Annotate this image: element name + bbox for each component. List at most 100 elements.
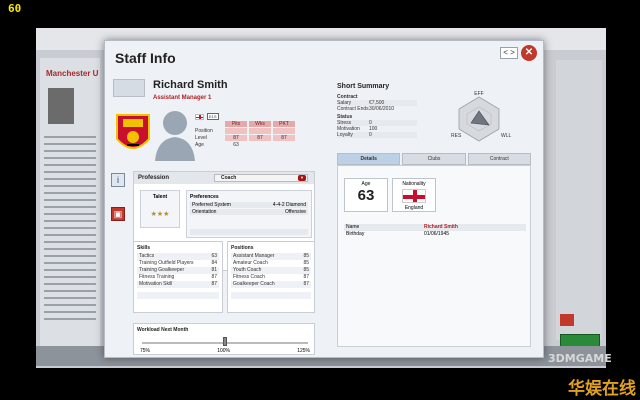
close-button[interactable]: ✕: [521, 45, 537, 61]
profession-title: Profession: [138, 175, 170, 181]
attr-value: 87: [249, 134, 271, 141]
background-red-button: [560, 314, 574, 326]
skill-value: 87: [211, 274, 217, 280]
skill-value: 63: [211, 253, 217, 259]
background-list: [44, 136, 96, 325]
position-label: Youth Coach: [233, 267, 262, 273]
position-value: 85: [303, 267, 309, 273]
attr-header: PKT: [273, 120, 295, 127]
attr-label: Age: [195, 141, 204, 148]
fps-counter: 60: [8, 2, 22, 15]
preferences-title: Preferences: [190, 194, 219, 200]
skill-label: Training Goalkeeper: [139, 267, 185, 273]
age-value: 63: [357, 187, 375, 204]
position-row: Fitness Coach 87: [231, 274, 311, 281]
radar-label: RES: [451, 133, 462, 139]
background-club-title: Manchester U: [46, 69, 99, 78]
workload-panel: Workload Next Month 75% 100% 125%: [133, 323, 315, 355]
skill-value: 87: [211, 281, 217, 287]
radar-label: WLL: [501, 133, 512, 139]
nationality-box: Nationality England: [392, 178, 436, 212]
tab-contract[interactable]: Contract: [467, 153, 531, 165]
nationality-value: England: [404, 205, 424, 211]
tab-details[interactable]: Details: [337, 153, 401, 165]
workload-max-label: 125%: [297, 348, 310, 354]
skills-title: Skills: [137, 245, 151, 251]
radar-chart-icon: EFF RES WLL: [451, 91, 512, 142]
position-row: Amateur Coach 85: [231, 260, 311, 267]
position-label: Assistant Manager: [233, 253, 275, 259]
preference-row: Orientation Offensive: [190, 209, 308, 215]
position-value: 87: [303, 281, 309, 287]
contract-value: 30/06/2010: [369, 106, 395, 112]
workload-title: Workload Next Month: [137, 327, 189, 333]
position-row: Youth Coach 85: [231, 267, 311, 274]
preference-label: Preferred System: [192, 202, 231, 208]
position-label: Amateur Coach: [233, 260, 268, 266]
skill-label: Fitness Training: [139, 274, 175, 280]
talent-stars-icon: ★★★: [150, 211, 170, 218]
tab-clubs[interactable]: Clubs: [402, 153, 466, 165]
attr-header: Pits: [225, 120, 247, 127]
skill-row: Training Outfield Players 84: [137, 260, 219, 267]
status-label: Loyalty: [337, 132, 353, 138]
preference-empty-row: [190, 229, 308, 235]
staff-info-dialog: Staff Info < > ✕ Richard Smith Assistant…: [104, 40, 544, 358]
skill-value: 81: [211, 267, 217, 273]
workload-min-label: 75%: [140, 348, 151, 354]
detail-value: 01/06/1945: [424, 231, 450, 237]
attr-value: 87: [273, 134, 295, 141]
position-label: Goalkeeper Coach: [233, 281, 275, 287]
skill-row: Training Goalkeeper 81: [137, 267, 219, 274]
attr-value: 63: [233, 141, 239, 148]
prev-next-button[interactable]: < >: [500, 47, 518, 59]
workload-slider-handle[interactable]: [223, 337, 227, 346]
england-flag-icon: [402, 189, 426, 203]
attr-value: [273, 127, 295, 134]
skill-row: Motivation Skill 87: [137, 281, 219, 288]
talent-label: Talent: [152, 194, 168, 200]
contract-label: Contract Ends: [337, 106, 369, 112]
dialog-title: Staff Info: [115, 50, 176, 66]
radar-label: EFF: [474, 91, 483, 97]
skill-label: Tactics: [139, 253, 155, 259]
skill-label: Training Outfield Players: [139, 260, 194, 266]
skills-panel: Skills Tactics 63 Training Outfield Playe…: [133, 241, 223, 313]
staff-name: Richard Smith: [153, 79, 228, 91]
detail-row: Name Richard Smith: [344, 224, 526, 231]
staff-role: Assistant Manager 1: [153, 95, 212, 101]
staff-card-badge: [113, 79, 145, 97]
chevron-down-icon: ▼: [298, 175, 306, 181]
detail-row: Birthday 01/06/1945: [344, 231, 526, 238]
watermark-brand: 3DMGAME: [548, 352, 612, 365]
preference-label: Orientation: [192, 209, 217, 215]
staff-silhouette-icon: [155, 111, 195, 161]
skill-value: 84: [211, 260, 217, 266]
club-crest-icon: [116, 114, 150, 149]
profession-dropdown[interactable]: Coach ▼: [214, 174, 308, 182]
workload-mid-label: 100%: [217, 348, 230, 354]
status-value: 0: [369, 132, 372, 138]
attr-value: [249, 127, 271, 134]
preferences-box: Preferences Preferred System 4-4-2 Diamo…: [186, 190, 312, 238]
info-side-icon[interactable]: i: [111, 173, 125, 187]
briefcase-side-icon[interactable]: ▣: [111, 207, 125, 221]
detail-value: Richard Smith: [424, 224, 458, 230]
attr-value: [225, 127, 247, 134]
attr-label: Level: [195, 134, 207, 141]
detail-label: Birthday: [346, 231, 365, 237]
preference-row: Preferred System 4-4-2 Diamond: [190, 202, 308, 208]
position-row: Assistant Manager 85: [231, 253, 311, 260]
preference-value: 4-4-2 Diamond: [272, 202, 306, 208]
positions-title: Positions: [231, 245, 254, 251]
position-label: Fitness Coach: [233, 274, 265, 280]
position-empty-row: [231, 292, 311, 299]
position-value: 85: [303, 253, 309, 259]
skill-label: Motivation Skill: [139, 281, 173, 287]
details-panel: Age 63 Nationality England Name Richard S…: [337, 165, 531, 347]
position-row: Goalkeeper Coach 87: [231, 281, 311, 288]
detail-label: Name: [346, 224, 360, 230]
attr-header: Wks: [249, 120, 271, 127]
contract-row: Contract Ends 30/06/2010: [337, 106, 417, 112]
positions-panel: Positions Assistant Manager 85 Amateur Co…: [227, 241, 315, 313]
